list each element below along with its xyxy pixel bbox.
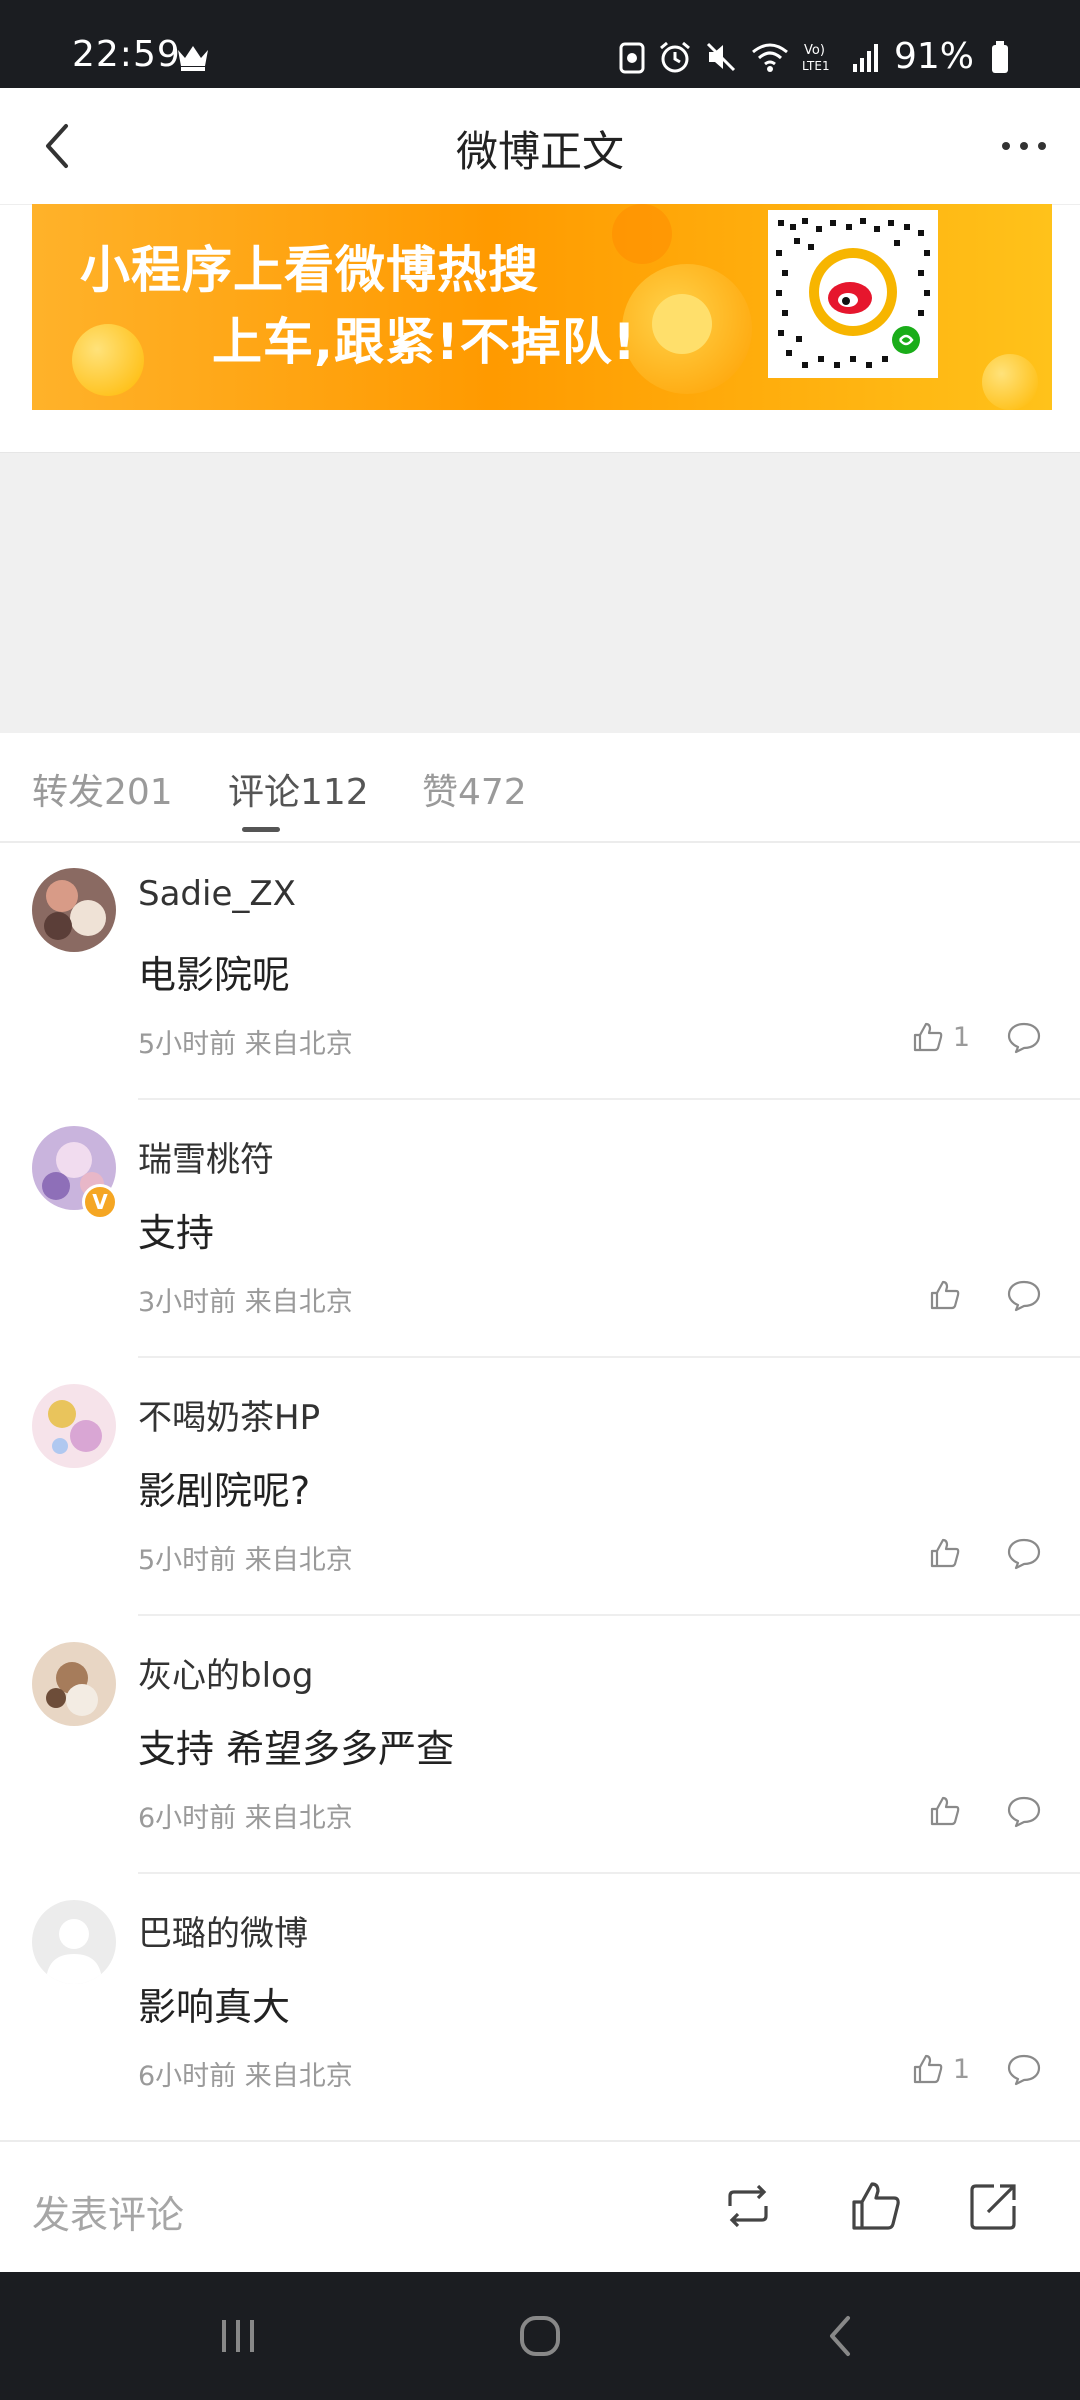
comment-username[interactable]: 灰心的blog [138,1648,313,1697]
assistant-icon [619,42,645,73]
thumbs-up-icon [913,1022,943,1052]
volte-icon: Vo)LTE1 [802,43,830,73]
banner-bubble-decoration [982,354,1038,410]
comment-input[interactable]: 发表评论 [32,2184,184,2239]
comment-item: 灰心的blog 支持 希望多多严查 6小时前 来自北京 [0,1616,1080,1874]
banner-headline: 小程序上看微博热搜 [80,241,539,299]
banner-subline: 上车,跟紧!不掉队! [212,313,637,371]
reply-icon[interactable] [1006,1536,1042,1570]
share-icon[interactable] [964,2176,1024,2236]
comment-text: 影剧院呢? [138,1469,311,1513]
comment-text: 支持 希望多多严查 [138,1727,455,1771]
mute-icon [706,42,736,71]
status-bar: 22:59 Vo) LTE1 91% [0,0,1080,88]
avatar[interactable] [32,868,116,952]
system-nav-bar [0,2272,1080,2400]
comment-username[interactable]: 不喝奶茶HP [138,1390,320,1439]
reply-icon[interactable] [1006,1020,1042,1054]
content-placeholder-area [0,453,1080,733]
back-icon[interactable] [818,2312,866,2360]
signal-icon [852,43,878,72]
avatar[interactable] [32,1900,116,1984]
thumbs-up-icon [930,1538,960,1568]
status-icons: Vo) LTE1 91% [618,36,1010,77]
crown-icon [178,46,208,71]
interaction-tabs: 转发201 评论112 赞472 [0,733,1080,843]
comment-username[interactable]: Sadie_ZX [138,874,296,914]
page-title: 微博正文 [455,127,624,176]
reply-icon[interactable] [1006,1278,1042,1312]
comment-text: 影响真大 [138,1985,291,2029]
status-time: 22:59 [72,34,181,75]
repost-icon[interactable] [718,2176,778,2236]
banner-bubble-decoration [72,324,144,396]
home-icon[interactable] [516,2312,564,2360]
comment-meta: 5小时前 来自北京 [138,1029,353,1060]
comment-username[interactable]: 巴璐的微博 [138,1906,308,1955]
svg-text:Vo): Vo) [804,43,825,58]
promo-banner[interactable]: 小程序上看微博热搜 上车,跟紧!不掉队! [32,204,1052,410]
comment-meta: 6小时前 来自北京 [138,1803,353,1834]
comment-meta: 3小时前 来自北京 [138,1287,353,1318]
banner-spacer [0,410,1080,453]
comment-username[interactable]: 瑞雪桃符 [138,1132,274,1181]
weibo-qr-code [768,210,938,378]
comment-item: Sadie_ZX 电影院呢 5小时前 来自北京 1 [0,842,1080,1100]
bottom-action-bar: 发表评论 [0,2140,1080,2274]
like-count: 1 [952,2053,970,2085]
reply-icon[interactable] [1006,2052,1042,2086]
banner-bubble-decoration [612,204,672,264]
svg-text:LTE1: LTE1 [802,59,830,73]
comment-text: 支持 [138,1211,215,1255]
comment-meta: 5小时前 来自北京 [138,1545,353,1576]
comment-text: 电影院呢 [138,953,291,997]
like-button[interactable]: 1 [911,1020,970,1054]
battery-percent: 91% [893,36,974,77]
like-icon[interactable] [846,2176,906,2236]
avatar[interactable] [32,1384,116,1468]
recent-apps-icon[interactable] [214,2312,262,2360]
alarm-icon [660,41,690,72]
verified-badge-icon: V [82,1184,118,1220]
comment-list: Sadie_ZX 电影院呢 5小时前 来自北京 1 V 瑞雪桃符 支持 3小时前… [0,842,1080,2132]
comment-meta: 6小时前 来自北京 [138,2061,353,2092]
comment-item: 不喝奶茶HP 影剧院呢? 5小时前 来自北京 [0,1358,1080,1616]
thumbs-up-icon [930,1796,960,1826]
like-button[interactable]: 1 [911,2052,970,2086]
page-header: 微博正文 [0,88,1080,205]
like-count: 1 [952,1021,970,1053]
banner-bubble-decoration [652,294,712,354]
like-button[interactable] [928,1794,970,1828]
like-button[interactable] [928,1278,970,1312]
reply-icon[interactable] [1006,1794,1042,1828]
comment-item: 巴璐的微博 影响真大 6小时前 来自北京 1 [0,1874,1080,2132]
tab-comments[interactable]: 评论112 [228,763,369,815]
comment-item: V 瑞雪桃符 支持 3小时前 来自北京 [0,1100,1080,1358]
active-tab-indicator [242,827,280,832]
more-dots-icon[interactable] [996,126,1052,166]
avatar[interactable] [32,1642,116,1726]
thumbs-up-icon [913,2054,943,2084]
tab-likes[interactable]: 赞472 [422,763,527,815]
thumbs-up-icon [930,1280,960,1310]
tab-repost[interactable]: 转发201 [32,763,173,815]
battery-icon [992,40,1008,73]
wifi-icon [752,43,788,72]
like-button[interactable] [928,1536,970,1570]
